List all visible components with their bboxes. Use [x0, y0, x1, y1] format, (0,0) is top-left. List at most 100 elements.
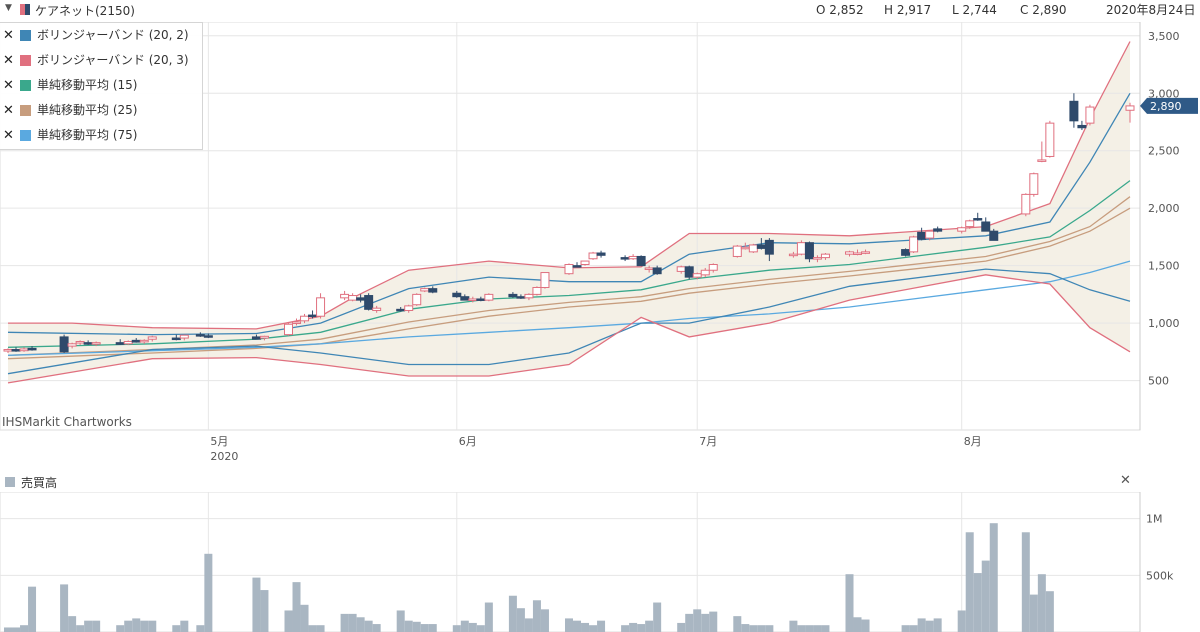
volume-bar	[348, 613, 357, 632]
candlestick	[3, 349, 13, 352]
volume-bar	[180, 620, 189, 632]
candlestick	[1037, 159, 1047, 162]
volume-bar	[629, 622, 638, 632]
volume-bar	[116, 625, 125, 632]
volume-bar	[677, 622, 686, 632]
candlestick	[973, 218, 983, 221]
close-icon[interactable]: ✕	[1120, 473, 1131, 488]
volume-chart[interactable]: 1M 500k	[0, 492, 1200, 632]
candlestick	[933, 228, 943, 232]
price-y-tick-label: 3,500	[1148, 30, 1180, 43]
candlestick	[596, 252, 606, 256]
volume-bar	[741, 624, 750, 632]
stock-title[interactable]: ケアネット(2150)	[35, 2, 135, 19]
candlestick	[564, 264, 574, 275]
candlestick	[652, 267, 662, 275]
candlestick	[788, 253, 798, 257]
candlestick	[468, 298, 478, 301]
candlestick	[251, 336, 261, 340]
candlestick	[628, 255, 638, 260]
candlestick	[732, 245, 742, 257]
chart-header: ▼ ケアネット(2150) O 2,852 H 2,917 L 2,744 C …	[0, 0, 1200, 20]
volume-bar	[693, 609, 702, 632]
volume-bar	[917, 618, 926, 632]
volume-bar	[28, 586, 37, 632]
legend-item[interactable]: ✕ 単純移動平均 (25)	[0, 98, 202, 123]
volume-bar	[701, 613, 710, 632]
remove-indicator-icon[interactable]: ✕	[3, 73, 15, 98]
volume-bar	[789, 620, 798, 632]
legend-item[interactable]: ✕ ボリンジャーバンド (20, 3)	[0, 48, 202, 73]
price-y-tick-label: 2,500	[1148, 145, 1180, 158]
candlestick	[460, 296, 470, 301]
candlestick	[796, 242, 806, 255]
volume-bar	[284, 610, 293, 632]
volume-bar	[933, 618, 942, 632]
volume-bar	[20, 625, 29, 632]
remove-indicator-icon[interactable]: ✕	[3, 98, 15, 123]
remove-indicator-icon[interactable]: ✕	[3, 48, 15, 73]
legend-label: 単純移動平均 (15)	[37, 78, 138, 92]
volume-bar	[653, 602, 662, 632]
volume-bar	[204, 553, 213, 632]
candlestick	[259, 335, 269, 339]
low-value: L 2,744	[952, 3, 997, 17]
volume-bar	[821, 625, 830, 632]
candlestick	[989, 230, 999, 241]
candlestick	[316, 297, 326, 317]
legend-item[interactable]: ✕ 単純移動平均 (75)	[0, 123, 202, 148]
price-y-tick-label: 1,000	[1148, 317, 1180, 330]
volume-y-tick-label: 1M	[1146, 513, 1163, 526]
volume-bar	[468, 622, 477, 632]
candlestick	[1021, 193, 1031, 215]
legend-item[interactable]: ✕ 単純移動平均 (15)	[0, 73, 202, 98]
candlestick	[115, 342, 125, 345]
volume-bar	[861, 619, 870, 632]
volume-bar	[989, 523, 998, 632]
quote-date: 2020年8月24日	[1106, 3, 1196, 17]
candlestick	[853, 252, 863, 256]
candlestick	[1085, 106, 1095, 124]
volume-bar	[645, 620, 654, 632]
candlestick	[1125, 105, 1135, 111]
volume-bar	[372, 624, 381, 632]
volume-bar	[308, 625, 317, 632]
volume-bar	[124, 620, 133, 632]
volume-bar	[132, 618, 141, 632]
candlestick	[804, 242, 814, 260]
candlestick	[348, 295, 358, 301]
volume-y-tick-label: 500k	[1146, 569, 1174, 582]
volume-bar	[524, 618, 533, 632]
legend-item[interactable]: ✕ ボリンジャーバンド (20, 2)	[0, 23, 202, 48]
volume-bar	[84, 620, 93, 632]
volume-title: 売買高	[21, 476, 58, 490]
volume-bar	[260, 590, 269, 632]
candlestick	[524, 293, 534, 299]
remove-indicator-icon[interactable]: ✕	[3, 123, 15, 148]
remove-indicator-icon[interactable]: ✕	[3, 23, 15, 48]
candlestick	[292, 321, 302, 324]
volume-bar	[60, 584, 69, 632]
volume-swatch	[5, 477, 15, 487]
price-y-tick-label: 2,000	[1148, 202, 1180, 215]
candlestick	[756, 244, 766, 249]
candlestick	[580, 260, 590, 266]
candlestick	[861, 251, 871, 254]
price-x-tick-label: 8月	[964, 435, 982, 448]
candlestick	[300, 315, 310, 322]
caret-down-icon[interactable]: ▼	[5, 3, 12, 13]
legend-label: ボリンジャーバンド (20, 3)	[37, 53, 189, 67]
volume-bar	[845, 574, 854, 632]
legend-swatch	[20, 130, 31, 141]
volume-bar	[460, 620, 469, 632]
candlestick	[764, 239, 774, 255]
candlestick	[532, 286, 542, 295]
candlestick	[812, 257, 822, 260]
candlestick	[139, 339, 149, 343]
volume-panel-header: 売買高 ✕	[0, 472, 1140, 492]
legend-swatch	[20, 30, 31, 41]
volume-bar	[316, 625, 325, 632]
candlestick	[476, 298, 486, 301]
legend-label: ボリンジャーバンド (20, 2)	[37, 28, 189, 42]
volume-bar	[172, 625, 181, 632]
